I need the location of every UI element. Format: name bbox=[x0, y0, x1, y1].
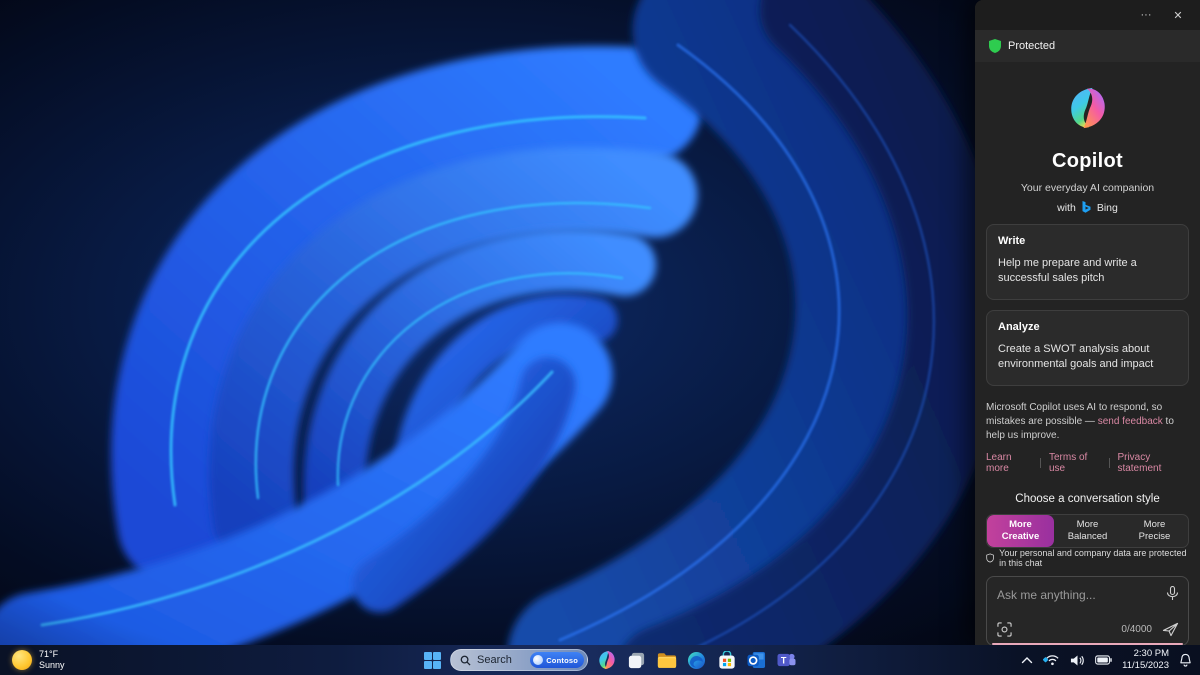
learn-more-link[interactable]: Learn more bbox=[986, 452, 1032, 474]
style-label-line2: Balanced bbox=[1067, 531, 1108, 543]
taskbar-outlook-button[interactable] bbox=[746, 650, 767, 671]
style-more-precise[interactable]: More Precise bbox=[1121, 515, 1188, 547]
divider bbox=[1108, 458, 1110, 469]
task-view-icon bbox=[628, 652, 645, 668]
data-protection-text: Your personal and company data are prote… bbox=[999, 548, 1187, 569]
microsoft-store-icon bbox=[718, 650, 735, 669]
taskbar-task-view-button[interactable] bbox=[626, 650, 647, 671]
wifi-icon[interactable] bbox=[1043, 653, 1060, 667]
notifications-bell-icon[interactable] bbox=[1179, 653, 1192, 667]
svg-text:T: T bbox=[781, 655, 787, 665]
style-label-line1: More bbox=[1009, 519, 1032, 531]
visual-search-icon[interactable] bbox=[997, 622, 1012, 637]
conversation-style-selector: More Creative More Balanced More Precise bbox=[986, 514, 1189, 549]
search-box[interactable]: Search Contoso bbox=[450, 649, 588, 671]
char-counter: 0/4000 bbox=[1121, 624, 1152, 636]
system-tray: 2:30 PM 11/15/2023 bbox=[1021, 645, 1192, 675]
panel-body: Copilot Your everyday AI companion with … bbox=[975, 62, 1200, 656]
protected-label: Protected bbox=[1008, 40, 1056, 52]
style-label-line1: More bbox=[1143, 519, 1166, 531]
input-toolbar: 0/4000 bbox=[997, 622, 1179, 637]
start-button[interactable] bbox=[424, 647, 441, 673]
desktop: ··· ✕ Protected Copilot Your everyday AI… bbox=[0, 0, 1200, 675]
suggestion-card-analyze[interactable]: Analyze Create a SWOT analysis about env… bbox=[986, 309, 1189, 386]
style-more-creative[interactable]: More Creative bbox=[987, 515, 1054, 548]
volume-icon[interactable] bbox=[1070, 654, 1085, 667]
microphone-icon[interactable] bbox=[1166, 586, 1179, 601]
more-options-button[interactable]: ··· bbox=[1133, 4, 1159, 26]
divider bbox=[1040, 458, 1041, 469]
footer-links: Learn more Terms of use Privacy statemen… bbox=[986, 452, 1189, 474]
weather-widget[interactable]: 71°F Sunny bbox=[12, 645, 65, 675]
data-protection-note: Your personal and company data are prote… bbox=[986, 548, 1189, 568]
card-title: Analyze bbox=[998, 320, 1040, 333]
card-body: Create a SWOT analysis about environment… bbox=[998, 342, 1154, 371]
with-label: with bbox=[1057, 201, 1076, 214]
privacy-statement-link[interactable]: Privacy statement bbox=[1117, 452, 1189, 474]
copilot-logo-icon bbox=[1070, 87, 1105, 129]
search-icon bbox=[460, 655, 471, 666]
terms-of-use-link[interactable]: Terms of use bbox=[1049, 452, 1101, 474]
panel-titlebar: ··· ✕ bbox=[975, 0, 1200, 30]
style-label-line2: Creative bbox=[1001, 531, 1040, 543]
card-title: Write bbox=[998, 235, 1026, 247]
clock[interactable]: 2:30 PM 11/15/2023 bbox=[1122, 648, 1169, 672]
suggestion-card-write[interactable]: Write Help me prepare and write a succes… bbox=[986, 224, 1189, 300]
conversation-style-heading: Choose a conversation style bbox=[1015, 493, 1160, 506]
weather-temperature: 71°F bbox=[39, 648, 59, 659]
send-icon[interactable] bbox=[1162, 622, 1179, 637]
copilot-panel: ··· ✕ Protected Copilot Your everyday AI… bbox=[975, 0, 1200, 647]
taskbar-teams-button[interactable]: T bbox=[776, 650, 797, 671]
style-label-line1: More bbox=[1076, 519, 1099, 531]
ai-disclaimer: Microsoft Copilot uses AI to respond, so… bbox=[986, 401, 1189, 444]
outlook-icon bbox=[747, 651, 766, 669]
close-button[interactable]: ✕ bbox=[1165, 4, 1191, 26]
shield-icon bbox=[989, 39, 1001, 53]
copilot-hero: Copilot Your everyday AI companion with … bbox=[986, 62, 1189, 214]
copilot-icon bbox=[599, 650, 615, 670]
bing-icon bbox=[1082, 201, 1091, 213]
weather-condition: Sunny bbox=[39, 660, 65, 670]
tray-time: 2:30 PM bbox=[1133, 648, 1169, 660]
file-explorer-icon bbox=[657, 652, 676, 668]
contoso-logo-icon bbox=[533, 655, 544, 665]
with-bing-row: with Bing bbox=[986, 201, 1189, 214]
chat-input-box[interactable]: 0/4000 bbox=[986, 576, 1189, 647]
sun-icon bbox=[12, 650, 32, 670]
contoso-badge[interactable]: Contoso bbox=[530, 652, 584, 668]
edge-icon bbox=[687, 651, 706, 669]
taskbar-center: Search Contoso T bbox=[424, 645, 797, 675]
taskbar-copilot-button[interactable] bbox=[597, 647, 617, 673]
tray-chevron-up-icon[interactable] bbox=[1021, 656, 1033, 664]
search-label: Search bbox=[477, 654, 512, 666]
send-feedback-link[interactable]: send feedback bbox=[1098, 416, 1163, 427]
copilot-title: Copilot bbox=[1052, 150, 1123, 172]
tray-date: 11/15/2023 bbox=[1122, 660, 1169, 671]
style-more-balanced[interactable]: More Balanced bbox=[1054, 515, 1121, 547]
taskbar-store-button[interactable] bbox=[716, 650, 737, 671]
copilot-subtitle: Your everyday AI companion bbox=[1020, 182, 1155, 194]
contoso-label: Contoso bbox=[546, 655, 578, 665]
windows-icon bbox=[424, 651, 441, 669]
card-body: Help me prepare and write a successful s… bbox=[998, 257, 1137, 285]
taskbar: 71°F Sunny Search Contoso T 2:30 PM 11/1… bbox=[0, 645, 1200, 675]
bing-label: Bing bbox=[1096, 201, 1118, 214]
shield-outline-icon bbox=[986, 553, 994, 563]
taskbar-edge-button[interactable] bbox=[686, 650, 707, 671]
protected-banner: Protected bbox=[975, 30, 1200, 62]
teams-icon: T bbox=[777, 653, 796, 667]
weather-text: 71°F Sunny bbox=[39, 649, 65, 672]
style-label-line2: Precise bbox=[1138, 531, 1171, 543]
chat-input[interactable] bbox=[997, 588, 1157, 603]
taskbar-file-explorer-button[interactable] bbox=[656, 650, 677, 671]
battery-icon[interactable] bbox=[1095, 655, 1112, 665]
